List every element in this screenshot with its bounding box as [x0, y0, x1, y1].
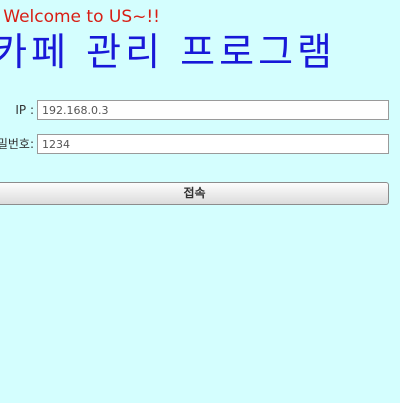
- title-area: 카페 관리 프로그램: [0, 27, 400, 77]
- ip-input[interactable]: [37, 100, 389, 120]
- ip-label: IP :: [15, 103, 34, 117]
- connect-button-label: 접속: [183, 186, 206, 200]
- password-label-area: 비밀번호:: [0, 134, 34, 154]
- login-page: Welcome to US~!! 카페 관리 프로그램 IP : 비밀번호: 접…: [0, 0, 400, 403]
- password-label: 비밀번호:: [0, 137, 34, 151]
- ip-label-area: IP :: [0, 100, 34, 120]
- connect-button[interactable]: 접속: [0, 182, 389, 205]
- page-title: 카페 관리 프로그램: [0, 30, 336, 74]
- password-input[interactable]: [37, 134, 389, 154]
